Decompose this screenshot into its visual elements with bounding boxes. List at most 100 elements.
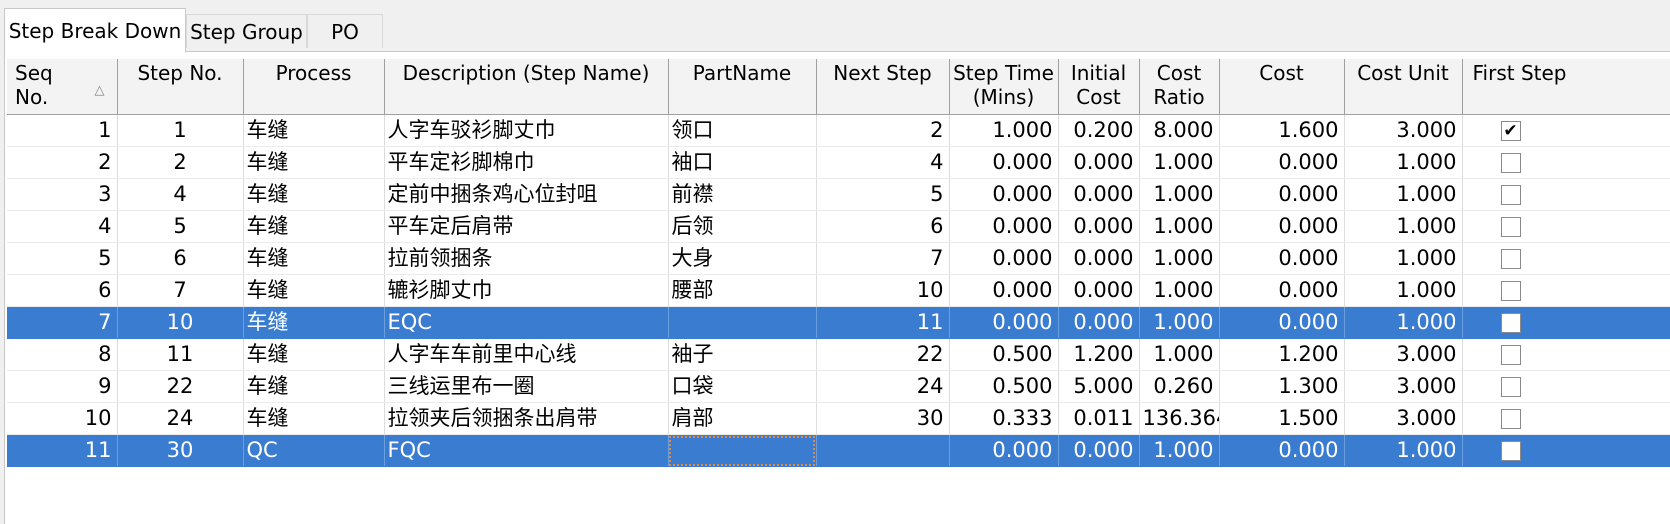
cell-next-step[interactable]: 5 — [816, 178, 950, 211]
cell-next-step[interactable]: 2 — [816, 114, 950, 147]
cell-next-step[interactable]: 7 — [816, 242, 950, 275]
table-row[interactable]: 6 7 车缝 辘衫脚丈巾 腰部 10 0.000 0.000 1.000 0.000 1.000 — [7, 274, 1670, 307]
first-step-checkbox[interactable] — [1500, 185, 1521, 205]
cell-process[interactable]: 车缝 — [243, 274, 385, 307]
cell-cost[interactable]: 1.300 — [1219, 370, 1345, 403]
cell-seq-no[interactable]: 6 — [7, 274, 118, 307]
cell-cost-ratio[interactable]: 1.000 — [1139, 242, 1220, 275]
cell-cost-unit[interactable]: 1.000 — [1344, 306, 1463, 339]
cell-part-name[interactable]: 袖子 — [668, 338, 817, 371]
table-row[interactable]: 11 30 QC FQC 0.000 0.000 1.000 0.000 1.000 — [7, 434, 1670, 467]
cell-step-time[interactable]: 0.000 — [949, 178, 1059, 211]
cell-part-name[interactable]: 肩部 — [668, 402, 817, 435]
cell-description[interactable]: 人字车驳衫脚丈巾 — [384, 114, 669, 147]
cell-cost-unit[interactable]: 1.000 — [1344, 242, 1463, 275]
cell-cost-ratio[interactable]: 1.000 — [1139, 178, 1220, 211]
cell-step-time[interactable]: 0.000 — [949, 210, 1059, 243]
cell-process[interactable]: 车缝 — [243, 210, 385, 243]
cell-cost-unit[interactable]: 1.000 — [1344, 274, 1463, 307]
cell-process[interactable]: 车缝 — [243, 178, 385, 211]
cell-process[interactable]: 车缝 — [243, 338, 385, 371]
cell-process[interactable]: 车缝 — [243, 242, 385, 275]
cell-initial-cost[interactable]: 0.000 — [1058, 434, 1140, 467]
cell-cost-unit[interactable]: 3.000 — [1344, 402, 1463, 435]
cell-step-no[interactable]: 4 — [117, 178, 244, 211]
cell-cost[interactable]: 1.500 — [1219, 402, 1345, 435]
cell-step-no[interactable]: 2 — [117, 146, 244, 179]
cell-cost-unit[interactable]: 1.000 — [1344, 210, 1463, 243]
cell-description[interactable]: 拉领夹后领捆条出肩带 — [384, 402, 669, 435]
column-header-cost-unit[interactable]: Cost Unit — [1344, 59, 1463, 115]
column-header-cost-ratio[interactable]: Cost Ratio — [1139, 59, 1220, 115]
cell-process[interactable]: QC — [243, 434, 385, 467]
cell-cost-ratio[interactable]: 1.000 — [1139, 434, 1220, 467]
cell-description[interactable]: 拉前领捆条 — [384, 242, 669, 275]
cell-part-name[interactable] — [668, 306, 817, 339]
cell-process[interactable]: 车缝 — [243, 114, 385, 147]
cell-cost-ratio[interactable]: 1.000 — [1139, 274, 1220, 307]
cell-seq-no[interactable]: 9 — [7, 370, 118, 403]
first-step-checkbox[interactable] — [1500, 409, 1521, 429]
cell-cost-ratio[interactable]: 1.000 — [1139, 338, 1220, 371]
column-header-next-step[interactable]: Next Step — [816, 59, 950, 115]
cell-step-time[interactable]: 0.000 — [949, 434, 1059, 467]
cell-step-time[interactable]: 0.000 — [949, 242, 1059, 275]
cell-cost[interactable]: 0.000 — [1219, 210, 1345, 243]
column-header-description[interactable]: Description (Step Name) — [384, 59, 669, 115]
cell-initial-cost[interactable]: 0.000 — [1058, 306, 1140, 339]
cell-process[interactable]: 车缝 — [243, 370, 385, 403]
first-step-checkbox[interactable] — [1500, 281, 1521, 301]
first-step-checkbox[interactable] — [1500, 345, 1521, 365]
column-header-cost[interactable]: Cost — [1219, 59, 1345, 115]
cell-step-no[interactable]: 30 — [117, 434, 244, 467]
table-row[interactable]: 7 10 车缝 EQC 11 0.000 0.000 1.000 0.000 1.000 — [7, 306, 1670, 339]
cell-cost-unit[interactable]: 1.000 — [1344, 434, 1463, 467]
cell-description[interactable]: 人字车车前里中心线 — [384, 338, 669, 371]
cell-step-time[interactable]: 0.000 — [949, 306, 1059, 339]
cell-cost[interactable]: 0.000 — [1219, 434, 1345, 467]
first-step-checkbox[interactable] — [1500, 217, 1521, 237]
cell-seq-no[interactable]: 3 — [7, 178, 118, 211]
table-row[interactable]: 4 5 车缝 平车定后肩带 后领 6 0.000 0.000 1.000 0.000 1.000 — [7, 210, 1670, 243]
cell-step-time[interactable]: 0.500 — [949, 370, 1059, 403]
cell-initial-cost[interactable]: 1.200 — [1058, 338, 1140, 371]
cell-step-no[interactable]: 7 — [117, 274, 244, 307]
table-row[interactable]: 1 1 车缝 人字车驳衫脚丈巾 领口 2 1.000 0.200 8.000 1.600 3.000… — [7, 114, 1670, 147]
cell-seq-no[interactable]: 4 — [7, 210, 118, 243]
cell-cost[interactable]: 0.000 — [1219, 242, 1345, 275]
cell-seq-no[interactable]: 10 — [7, 402, 118, 435]
cell-cost-ratio[interactable]: 1.000 — [1139, 306, 1220, 339]
table-row[interactable]: 3 4 车缝 定前中捆条鸡心位封咀 前襟 5 0.000 0.000 1.000 0.000 1.0… — [7, 178, 1670, 211]
cell-description[interactable]: 辘衫脚丈巾 — [384, 274, 669, 307]
cell-part-name[interactable]: 腰部 — [668, 274, 817, 307]
cell-part-name[interactable] — [668, 434, 817, 467]
cell-seq-no[interactable]: 11 — [7, 434, 118, 467]
cell-initial-cost[interactable]: 0.000 — [1058, 274, 1140, 307]
cell-next-step[interactable] — [816, 434, 950, 467]
column-header-step-time[interactable]: Step Time (Mins) — [949, 59, 1059, 115]
cell-initial-cost[interactable]: 0.000 — [1058, 210, 1140, 243]
cell-step-time[interactable]: 0.333 — [949, 402, 1059, 435]
table-row[interactable]: 5 6 车缝 拉前领捆条 大身 7 0.000 0.000 1.000 0.000 1.000 — [7, 242, 1670, 275]
column-header-part-name[interactable]: PartName — [668, 59, 817, 115]
column-header-initial-cost[interactable]: Initial Cost — [1058, 59, 1140, 115]
cell-step-no[interactable]: 1 — [117, 114, 244, 147]
cell-seq-no[interactable]: 8 — [7, 338, 118, 371]
cell-step-time[interactable]: 0.000 — [949, 146, 1059, 179]
cell-seq-no[interactable]: 5 — [7, 242, 118, 275]
cell-next-step[interactable]: 24 — [816, 370, 950, 403]
cell-part-name[interactable]: 袖口 — [668, 146, 817, 179]
cell-cost-unit[interactable]: 1.000 — [1344, 178, 1463, 211]
cell-cost[interactable]: 0.000 — [1219, 146, 1345, 179]
cell-description[interactable]: 定前中捆条鸡心位封咀 — [384, 178, 669, 211]
cell-process[interactable]: 车缝 — [243, 146, 385, 179]
first-step-checkbox[interactable] — [1500, 153, 1521, 173]
cell-step-no[interactable]: 6 — [117, 242, 244, 275]
column-header-step-no[interactable]: Step No. — [117, 59, 244, 115]
first-step-checkbox[interactable] — [1500, 249, 1521, 269]
cell-seq-no[interactable]: 7 — [7, 306, 118, 339]
cell-cost-ratio[interactable]: 1.000 — [1139, 210, 1220, 243]
cell-description[interactable]: 平车定后肩带 — [384, 210, 669, 243]
cell-process[interactable]: 车缝 — [243, 306, 385, 339]
first-step-checkbox[interactable]: ✔ — [1500, 121, 1521, 141]
